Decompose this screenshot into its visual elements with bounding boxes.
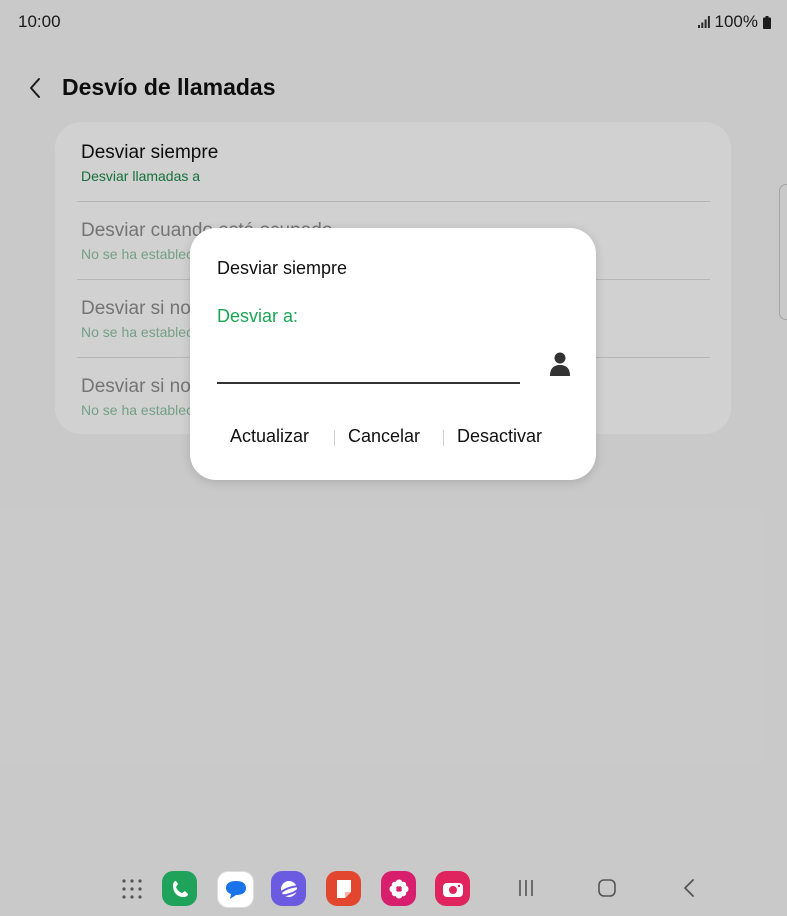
messages-app-icon[interactable] xyxy=(217,871,254,908)
chat-bubble-icon xyxy=(225,880,246,899)
home-button[interactable] xyxy=(593,875,621,901)
camera-app-icon[interactable] xyxy=(435,871,470,906)
gallery-app-icon[interactable] xyxy=(381,871,416,906)
recents-button[interactable] xyxy=(512,875,540,901)
apps-drawer-icon[interactable] xyxy=(114,871,149,906)
camera-icon xyxy=(442,882,463,897)
contacts-button[interactable] xyxy=(548,351,572,377)
forward-number-input[interactable] xyxy=(217,346,520,384)
phone-handset-icon xyxy=(172,880,188,897)
recents-icon xyxy=(519,880,533,896)
cancel-button[interactable]: Cancelar xyxy=(348,426,420,447)
home-icon xyxy=(598,879,616,897)
planet-icon xyxy=(278,880,300,897)
forward-always-dialog: Desviar siempre Desviar a: Actualizar Ca… xyxy=(190,228,596,480)
update-button[interactable]: Actualizar xyxy=(230,426,309,447)
dialog-actions: Actualizar Cancelar Desactivar xyxy=(190,424,596,452)
grid-dots-icon xyxy=(121,878,142,899)
note-page-icon xyxy=(336,879,351,898)
action-separator xyxy=(443,430,444,446)
action-separator xyxy=(334,430,335,446)
deactivate-button[interactable]: Desactivar xyxy=(457,426,542,447)
contact-person-icon xyxy=(550,352,570,376)
back-chevron-icon xyxy=(684,879,694,897)
dialog-title: Desviar siempre xyxy=(217,258,348,278)
flower-icon xyxy=(389,879,408,898)
notes-app-icon[interactable] xyxy=(326,871,361,906)
navigation-bar xyxy=(0,866,787,914)
nav-back-button[interactable] xyxy=(675,875,703,901)
internet-app-icon[interactable] xyxy=(271,871,306,906)
phone-app-icon[interactable] xyxy=(162,871,197,906)
forward-to-label: Desviar a: xyxy=(217,306,299,326)
